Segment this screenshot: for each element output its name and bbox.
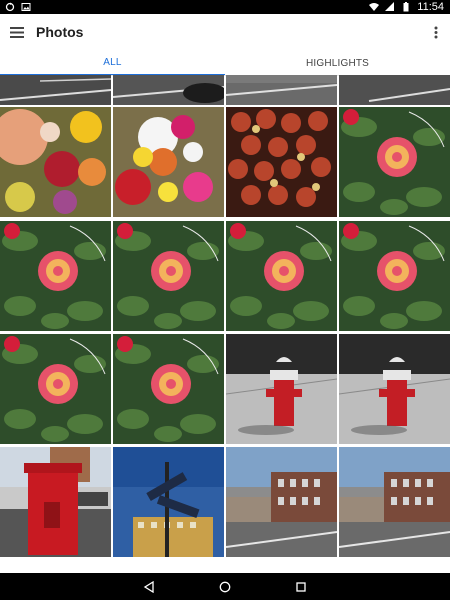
photo-image [339, 221, 450, 331]
back-icon [143, 580, 154, 593]
photo-thumbnail[interactable] [0, 334, 111, 444]
photo-thumbnail[interactable] [226, 107, 337, 217]
photo-image [339, 334, 450, 444]
photo-image [113, 221, 224, 331]
menu-icon [10, 26, 24, 38]
photo-thumbnail[interactable] [0, 221, 111, 331]
photo-image [226, 334, 337, 444]
image-icon [21, 3, 31, 11]
photo-image [113, 75, 224, 105]
recents-button[interactable] [293, 579, 309, 595]
photo-image [0, 75, 111, 105]
overflow-menu-button[interactable] [422, 14, 450, 50]
home-icon [219, 581, 231, 592]
photo-thumbnail[interactable] [113, 334, 224, 444]
photo-thumbnail[interactable] [226, 221, 337, 331]
photo-thumbnail[interactable] [113, 75, 224, 105]
recents-icon [296, 581, 306, 592]
tab-bar: ALL HIGHLIGHTS [0, 50, 450, 76]
photo-image [339, 75, 450, 105]
photo-thumbnail[interactable] [339, 334, 450, 444]
photo-thumbnail[interactable] [113, 221, 224, 331]
photo-thumbnail[interactable] [339, 107, 450, 217]
photo-image [339, 107, 450, 217]
wifi-icon [369, 3, 380, 11]
tab-all[interactable]: ALL [0, 50, 225, 76]
photo-image [113, 447, 224, 557]
photo-image [226, 221, 337, 331]
navigation-bar [0, 573, 450, 600]
photo-thumbnail[interactable] [113, 447, 224, 557]
photo-thumbnail[interactable] [226, 75, 337, 105]
photo-thumbnail[interactable] [226, 447, 337, 557]
photo-thumbnail[interactable] [339, 447, 450, 557]
photo-thumbnail[interactable] [0, 75, 111, 105]
back-button[interactable] [141, 579, 157, 595]
photo-thumbnail[interactable] [226, 334, 337, 444]
photo-image [0, 334, 111, 444]
photo-thumbnail[interactable] [0, 447, 111, 557]
photo-image [113, 107, 224, 217]
photo-thumbnail[interactable] [339, 221, 450, 331]
home-button[interactable] [217, 579, 233, 595]
photo-thumbnail[interactable] [0, 107, 111, 217]
sync-icon [5, 2, 15, 12]
menu-button[interactable] [0, 14, 34, 50]
photo-image [226, 107, 337, 217]
photo-image [226, 447, 337, 557]
status-bar: 11:54 [0, 0, 450, 14]
app-bar: Photos [0, 14, 450, 50]
photo-grid [0, 75, 450, 573]
photo-image [226, 75, 337, 105]
status-time: 11:54 [417, 1, 444, 13]
tab-highlights[interactable]: HIGHLIGHTS [225, 50, 450, 76]
photo-image [113, 334, 224, 444]
signal-icon [385, 2, 395, 11]
photo-image [339, 447, 450, 557]
page-title: Photos [36, 24, 84, 40]
photo-thumbnail[interactable] [113, 107, 224, 217]
battery-icon [403, 2, 409, 12]
photo-image [0, 221, 111, 331]
more-vert-icon [434, 26, 438, 38]
photo-image [0, 107, 111, 217]
photo-thumbnail[interactable] [339, 75, 450, 105]
photo-image [0, 447, 111, 557]
